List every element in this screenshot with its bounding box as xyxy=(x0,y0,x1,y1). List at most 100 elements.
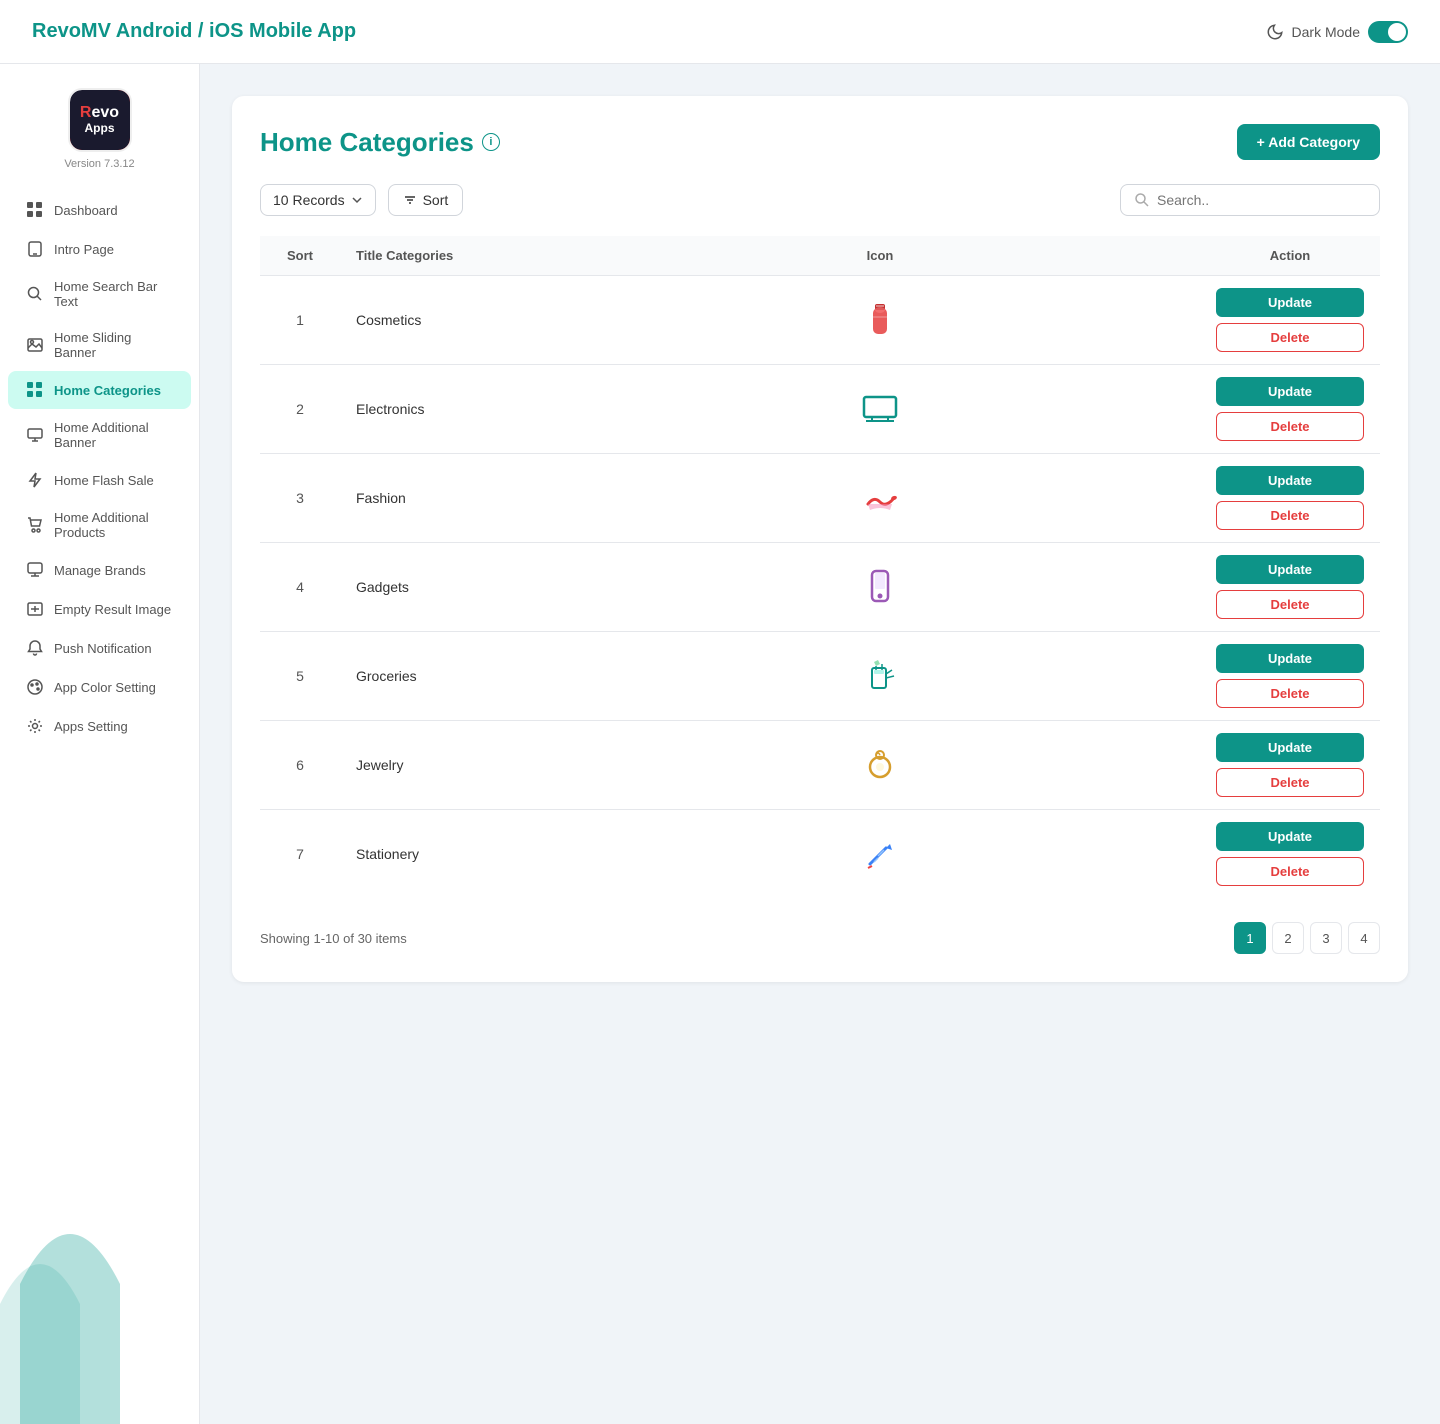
sidebar-item-app-color-setting[interactable]: App Color Setting xyxy=(8,668,191,706)
update-button[interactable]: Update xyxy=(1216,733,1364,762)
sidebar-label-manage-brands: Manage Brands xyxy=(54,563,146,578)
main-card: Home Categories i + Add Category 10 Reco… xyxy=(232,96,1408,982)
page-btn-1[interactable]: 1 xyxy=(1234,922,1266,954)
col-action: Action xyxy=(1200,236,1380,276)
sidebar-item-home-categories[interactable]: Home Categories xyxy=(8,371,191,409)
sidebar-label-additional-products: Home Additional Products xyxy=(54,510,173,540)
search-input[interactable] xyxy=(1157,192,1365,208)
categories-table: Sort Title Categories Icon Action 1 Cosm… xyxy=(260,236,1380,898)
update-button[interactable]: Update xyxy=(1216,644,1364,673)
records-label: 10 Records xyxy=(273,192,345,208)
sidebar-label-categories: Home Categories xyxy=(54,383,161,398)
tag-icon xyxy=(26,561,44,579)
page-btn-3[interactable]: 3 xyxy=(1310,922,1342,954)
logo-area: Revo Apps Version 7.3.12 xyxy=(64,64,134,182)
moon-icon xyxy=(1266,23,1284,41)
main-content: Home Categories i + Add Category 10 Reco… xyxy=(200,64,1440,1424)
delete-button[interactable]: Delete xyxy=(1216,590,1364,619)
sidebar-item-home-search-bar-text[interactable]: Home Search Bar Text xyxy=(8,269,191,319)
sidebar-nav: Dashboard Intro Page H xyxy=(0,182,199,754)
sidebar-label-apps-setting: Apps Setting xyxy=(54,719,128,734)
sidebar-item-empty-result[interactable]: Empty Result Image xyxy=(8,590,191,628)
table-header-row: Sort Title Categories Icon Action xyxy=(260,236,1380,276)
toolbar: 10 Records Sort xyxy=(260,184,1380,216)
sort-label: Sort xyxy=(423,192,449,208)
sidebar-item-home-flash-sale[interactable]: Home Flash Sale xyxy=(8,461,191,499)
table-row: 6 Jewelry Update Delete xyxy=(260,721,1380,810)
sidebar-label-intro: Intro Page xyxy=(54,242,114,257)
sidebar-item-push-notification[interactable]: Push Notification xyxy=(8,629,191,667)
showing-text: Showing 1-10 of 30 items xyxy=(260,931,407,946)
search-box[interactable] xyxy=(1120,184,1380,216)
update-button[interactable]: Update xyxy=(1216,466,1364,495)
sort-button[interactable]: Sort xyxy=(388,184,464,216)
sort-icon xyxy=(403,193,417,207)
sidebar-item-home-additional-banner[interactable]: Home Additional Banner xyxy=(8,410,191,460)
page-btn-4[interactable]: 4 xyxy=(1348,922,1380,954)
update-button[interactable]: Update xyxy=(1216,555,1364,584)
update-button[interactable]: Update xyxy=(1216,822,1364,851)
cart-icon xyxy=(26,516,44,534)
delete-button[interactable]: Delete xyxy=(1216,323,1364,352)
add-category-button[interactable]: + Add Category xyxy=(1237,124,1380,160)
sidebar-item-home-additional-products[interactable]: Home Additional Products xyxy=(8,500,191,550)
sidebar-item-dashboard[interactable]: Dashboard xyxy=(8,191,191,229)
sidebar-label-search-bar: Home Search Bar Text xyxy=(54,279,173,309)
update-button[interactable]: Update xyxy=(1216,288,1364,317)
col-sort: Sort xyxy=(260,236,340,276)
sidebar-label-dashboard: Dashboard xyxy=(54,203,118,218)
toggle-knob xyxy=(1388,23,1406,41)
sidebar-item-intro-page[interactable]: Intro Page xyxy=(8,230,191,268)
darkmode-label: Dark Mode xyxy=(1292,24,1360,40)
topbar: RevoMV Android / iOS Mobile App Dark Mod… xyxy=(0,0,1440,64)
pagination-bar: Showing 1-10 of 30 items 1 2 3 4 xyxy=(260,922,1380,954)
search-icon xyxy=(26,285,44,303)
monitor-icon xyxy=(26,426,44,444)
info-icon: i xyxy=(482,133,500,151)
table-row: 4 Gadgets Update Delete xyxy=(260,543,1380,632)
search-icon xyxy=(1135,193,1149,207)
gear-icon xyxy=(26,717,44,735)
delete-button[interactable]: Delete xyxy=(1216,501,1364,530)
delete-button[interactable]: Delete xyxy=(1216,412,1364,441)
sidebar-label-flash-sale: Home Flash Sale xyxy=(54,473,154,488)
palette-icon xyxy=(26,678,44,696)
logo-apps: Apps xyxy=(85,121,115,135)
delete-button[interactable]: Delete xyxy=(1216,768,1364,797)
sidebar-decoration xyxy=(0,1204,160,1424)
image-icon xyxy=(26,336,44,354)
app-title: RevoMV Android / iOS Mobile App xyxy=(32,20,356,43)
darkmode-switch[interactable] xyxy=(1368,21,1408,43)
sidebar-item-manage-brands[interactable]: Manage Brands xyxy=(8,551,191,589)
sidebar-label-push-notification: Push Notification xyxy=(54,641,152,656)
delete-button[interactable]: Delete xyxy=(1216,857,1364,886)
table-row: 2 Electronics Update Delete xyxy=(260,365,1380,454)
grid-icon xyxy=(26,201,44,219)
layout: Revo Apps Version 7.3.12 Dashboard xyxy=(0,64,1440,1424)
sidebar: Revo Apps Version 7.3.12 Dashboard xyxy=(0,64,200,1424)
bell-icon xyxy=(26,639,44,657)
page-btn-2[interactable]: 2 xyxy=(1272,922,1304,954)
card-header: Home Categories i + Add Category xyxy=(260,124,1380,160)
logo-revo: Revo xyxy=(80,105,119,121)
col-title: Title Categories xyxy=(340,236,560,276)
sidebar-item-home-sliding-banner[interactable]: Home Sliding Banner xyxy=(8,320,191,370)
darkmode-toggle[interactable]: Dark Mode xyxy=(1266,21,1408,43)
col-icon: Icon xyxy=(560,236,1200,276)
records-select[interactable]: 10 Records xyxy=(260,184,376,216)
page-title: Home Categories i xyxy=(260,127,500,158)
delete-button[interactable]: Delete xyxy=(1216,679,1364,708)
version-text: Version 7.3.12 xyxy=(64,158,134,170)
flash-icon xyxy=(26,471,44,489)
sidebar-label-empty-result: Empty Result Image xyxy=(54,602,171,617)
update-button[interactable]: Update xyxy=(1216,377,1364,406)
table-row: 5 Groceries Update Delete xyxy=(260,632,1380,721)
image2-icon xyxy=(26,600,44,618)
sidebar-label-sliding-banner: Home Sliding Banner xyxy=(54,330,173,360)
sidebar-item-apps-setting[interactable]: Apps Setting xyxy=(8,707,191,745)
logo-box: Revo Apps xyxy=(68,88,132,152)
sidebar-label-app-color: App Color Setting xyxy=(54,680,156,695)
sidebar-label-additional-banner: Home Additional Banner xyxy=(54,420,173,450)
table-row: 7 Stationery Update Delete xyxy=(260,810,1380,899)
pagination-pages: 1 2 3 4 xyxy=(1234,922,1380,954)
